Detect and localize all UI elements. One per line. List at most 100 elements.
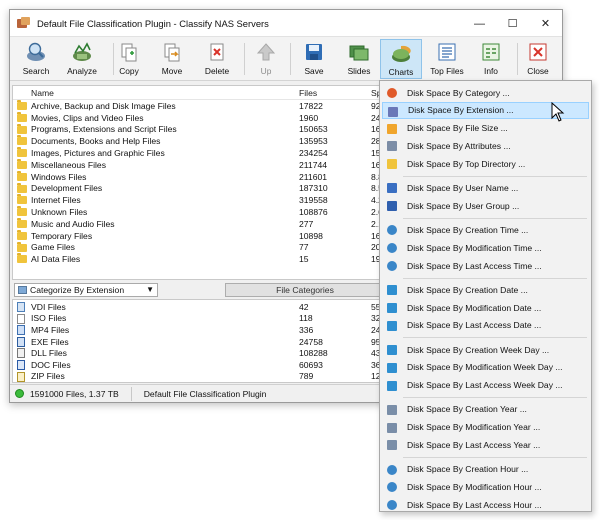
menu-item[interactable]: Disk Space By Attributes ... [382, 137, 589, 154]
toolbar-separator [244, 43, 245, 75]
menu-item[interactable]: Disk Space By Modification Week Day ... [382, 359, 589, 376]
analyze-icon [71, 41, 93, 63]
menu-item-label: Disk Space By User Group ... [407, 200, 520, 211]
menu-separator [403, 217, 587, 219]
charts-dropdown-menu: Disk Space By Category ... Disk Space By … [379, 80, 592, 512]
menu-separator [403, 175, 587, 177]
folder-icon [17, 194, 27, 205]
calendar-week-icon [387, 345, 397, 355]
menu-item[interactable]: Disk Space By Modification Time ... [382, 239, 589, 256]
top-files-button[interactable]: Top Files [429, 39, 465, 79]
folder-icon [17, 100, 27, 110]
extension-icon [388, 106, 398, 117]
chevron-down-icon: ▼ [146, 285, 154, 294]
save-button[interactable]: Save [300, 39, 328, 79]
menu-item[interactable]: Disk Space By Last Access Year ... [382, 436, 589, 453]
mp4-file-icon [17, 325, 25, 336]
menu-item-label: Disk Space By Modification Date ... [407, 302, 542, 313]
categorize-dropdown[interactable]: Categorize By Extension ▼ [14, 283, 158, 297]
folder-icon [17, 135, 27, 146]
hour-icon [387, 500, 397, 511]
delete-icon [206, 41, 228, 63]
menu-item[interactable]: Disk Space By Modification Date ... [382, 299, 589, 316]
menu-separator [403, 277, 587, 279]
menu-item[interactable]: Disk Space By Category ... [382, 84, 589, 101]
maximize-button[interactable]: ☐ [496, 10, 529, 37]
folder-icon [387, 159, 397, 170]
menu-item[interactable]: Disk Space By Creation Hour ... [382, 461, 589, 478]
toolbar-separator [290, 43, 291, 75]
menu-item[interactable]: Disk Space By Creation Date ... [382, 281, 589, 298]
menu-item[interactable]: Disk Space By Last Access Date ... [382, 317, 589, 334]
menu-item-label: Disk Space By Modification Year ... [407, 422, 541, 433]
close-button[interactable]: Close [523, 39, 553, 79]
menu-item-label: Disk Space By User Name ... [407, 182, 519, 193]
up-button[interactable]: Up [254, 39, 278, 79]
calendar-icon [387, 320, 397, 331]
menu-item-label: Disk Space By Creation Hour ... [407, 464, 529, 475]
menu-item[interactable]: Disk Space By Creation Time ... [382, 221, 589, 238]
folder-icon [17, 147, 27, 158]
folder-icon [17, 158, 27, 169]
toolbar: Search Analyze Copy Move Delete Up Save … [10, 37, 562, 81]
categorize-icon [18, 286, 27, 294]
file-categories-button[interactable]: File Categories [225, 283, 385, 297]
menu-item-label: Disk Space By Creation Week Day ... [407, 344, 550, 355]
menu-item-label: Disk Space By Last Access Time ... [407, 260, 542, 271]
menu-item[interactable]: Disk Space By Modification Year ... [382, 419, 589, 436]
status-plugin: Default File Classification Plugin [143, 388, 267, 399]
menu-item[interactable]: Disk Space By Top Directory ... [382, 155, 589, 172]
year-icon [387, 404, 397, 415]
menu-item[interactable]: Disk Space By Creation Year ... [382, 401, 589, 418]
move-button[interactable]: Move [158, 39, 186, 79]
menu-item-label: Disk Space By Last Access Week Day ... [407, 380, 563, 391]
toolbar-separator [113, 43, 114, 75]
menu-item-label: Disk Space By Creation Date ... [407, 284, 528, 295]
menu-item[interactable]: Disk Space By Last Access Week Day ... [382, 377, 589, 394]
menu-item[interactable]: Disk Space By User Name ... [382, 179, 589, 196]
hour-icon [387, 464, 397, 475]
menu-item-label: Disk Space By Modification Hour ... [407, 481, 542, 492]
column-header-name[interactable]: Name [31, 88, 54, 98]
save-icon [303, 41, 325, 63]
calendar-icon [387, 303, 397, 313]
minimize-button[interactable]: — [463, 10, 496, 37]
title-bar: Default File Classification Plugin - Cla… [10, 10, 562, 37]
charts-button[interactable]: Charts [380, 39, 422, 79]
search-button[interactable]: Search [18, 39, 54, 79]
menu-item-label: Disk Space By Category ... [407, 87, 510, 98]
close-window-button[interactable]: ✕ [529, 10, 562, 37]
folder-icon [17, 229, 27, 240]
user-group-icon [387, 201, 397, 212]
delete-button[interactable]: Delete [202, 39, 232, 79]
menu-item[interactable]: Disk Space By File Size ... [382, 120, 589, 137]
menu-item[interactable]: Disk Space By Creation Week Day ... [382, 341, 589, 358]
info-button[interactable]: Info [476, 39, 506, 79]
folder-icon [17, 241, 27, 252]
slides-button[interactable]: Slides [343, 39, 375, 79]
menu-item[interactable]: Disk Space By User Group ... [382, 197, 589, 214]
menu-item-label: Disk Space By File Size ... [407, 123, 508, 134]
calendar-week-icon [387, 362, 397, 373]
doc-file-icon [17, 359, 25, 370]
copy-button[interactable]: Copy [115, 39, 143, 79]
folder-icon [17, 253, 27, 264]
menu-separator [403, 337, 587, 339]
toolbar-separator [517, 43, 518, 75]
folder-icon [17, 217, 27, 228]
window-title: Default File Classification Plugin - Cla… [37, 17, 269, 29]
menu-item[interactable]: Disk Space By Last Access Time ... [382, 257, 589, 274]
menu-item-label: Disk Space By Extension ... [408, 105, 514, 116]
zip-file-icon [17, 371, 25, 382]
menu-item-label: Disk Space By Last Access Year ... [407, 439, 541, 450]
menu-item[interactable]: Disk Space By Modification Hour ... [382, 478, 589, 495]
status-ok-icon [15, 389, 24, 398]
column-header-files[interactable]: Files [299, 88, 317, 98]
menu-item-label: Disk Space By Creation Year ... [407, 404, 527, 415]
file-size-icon [387, 123, 397, 134]
dll-file-icon [17, 348, 25, 359]
analyze-button[interactable]: Analyze [62, 39, 102, 79]
menu-item[interactable]: Disk Space By Last Access Hour ... [382, 496, 589, 513]
mouse-cursor-icon [551, 102, 565, 122]
menu-item-label: Disk Space By Attributes ... [407, 140, 511, 151]
